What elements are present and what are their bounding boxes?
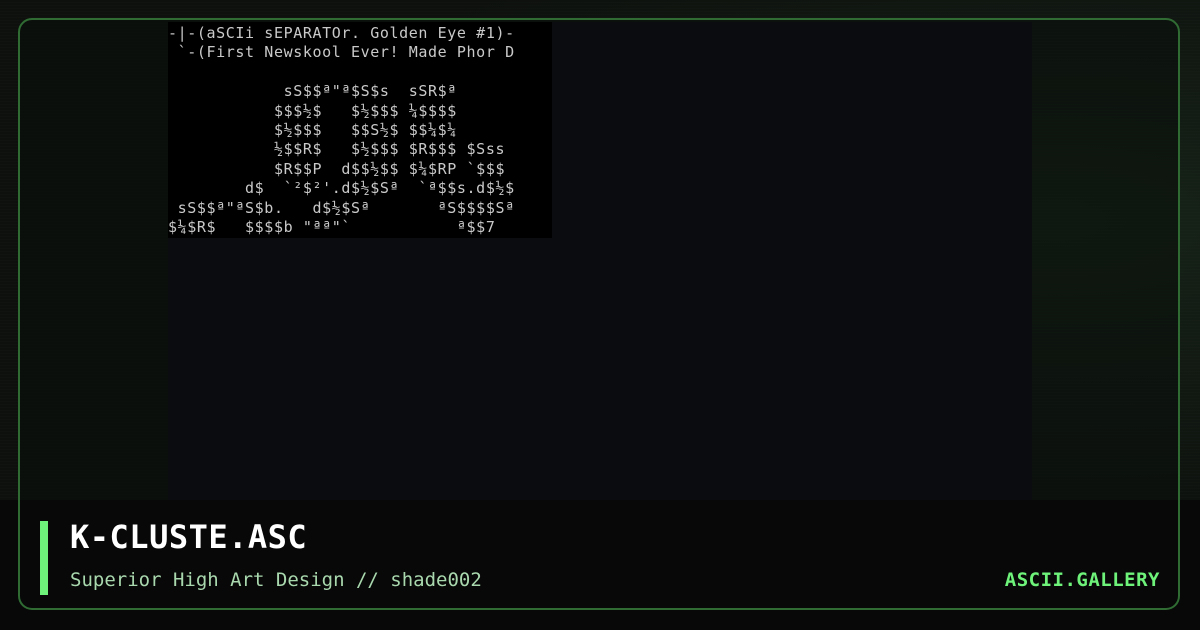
site-brand-link[interactable]: ASCII.GALLERY: [1005, 569, 1160, 591]
art-credit-subtitle: Superior High Art Design // shade002: [70, 569, 482, 591]
file-title: K-CLUSTE.ASC: [70, 518, 308, 556]
ascii-art-canvas: -|-(aSCIi sEPARATOr. Golden Eye #1)- `-(…: [168, 22, 552, 238]
title-accent-bar: [40, 521, 48, 595]
ascii-art-text: -|-(aSCIi sEPARATOr. Golden Eye #1)- `-(…: [168, 24, 515, 238]
